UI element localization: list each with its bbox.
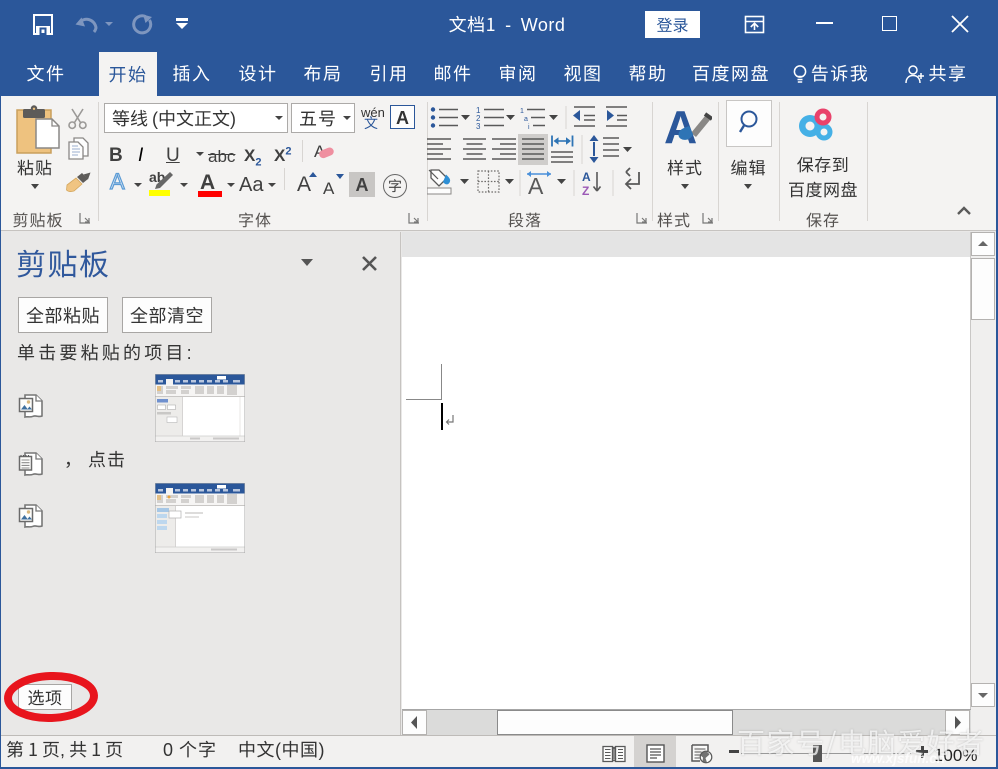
svg-text:Z: Z xyxy=(582,184,589,198)
svg-text:3: 3 xyxy=(476,122,481,131)
svg-text:A: A xyxy=(664,103,697,149)
svg-text:i: i xyxy=(528,124,530,131)
svg-text:A: A xyxy=(110,169,125,194)
svg-text:a: a xyxy=(524,116,528,123)
svg-text:A: A xyxy=(582,170,591,184)
svg-text:1: 1 xyxy=(520,108,524,115)
svg-text:A: A xyxy=(528,173,544,198)
